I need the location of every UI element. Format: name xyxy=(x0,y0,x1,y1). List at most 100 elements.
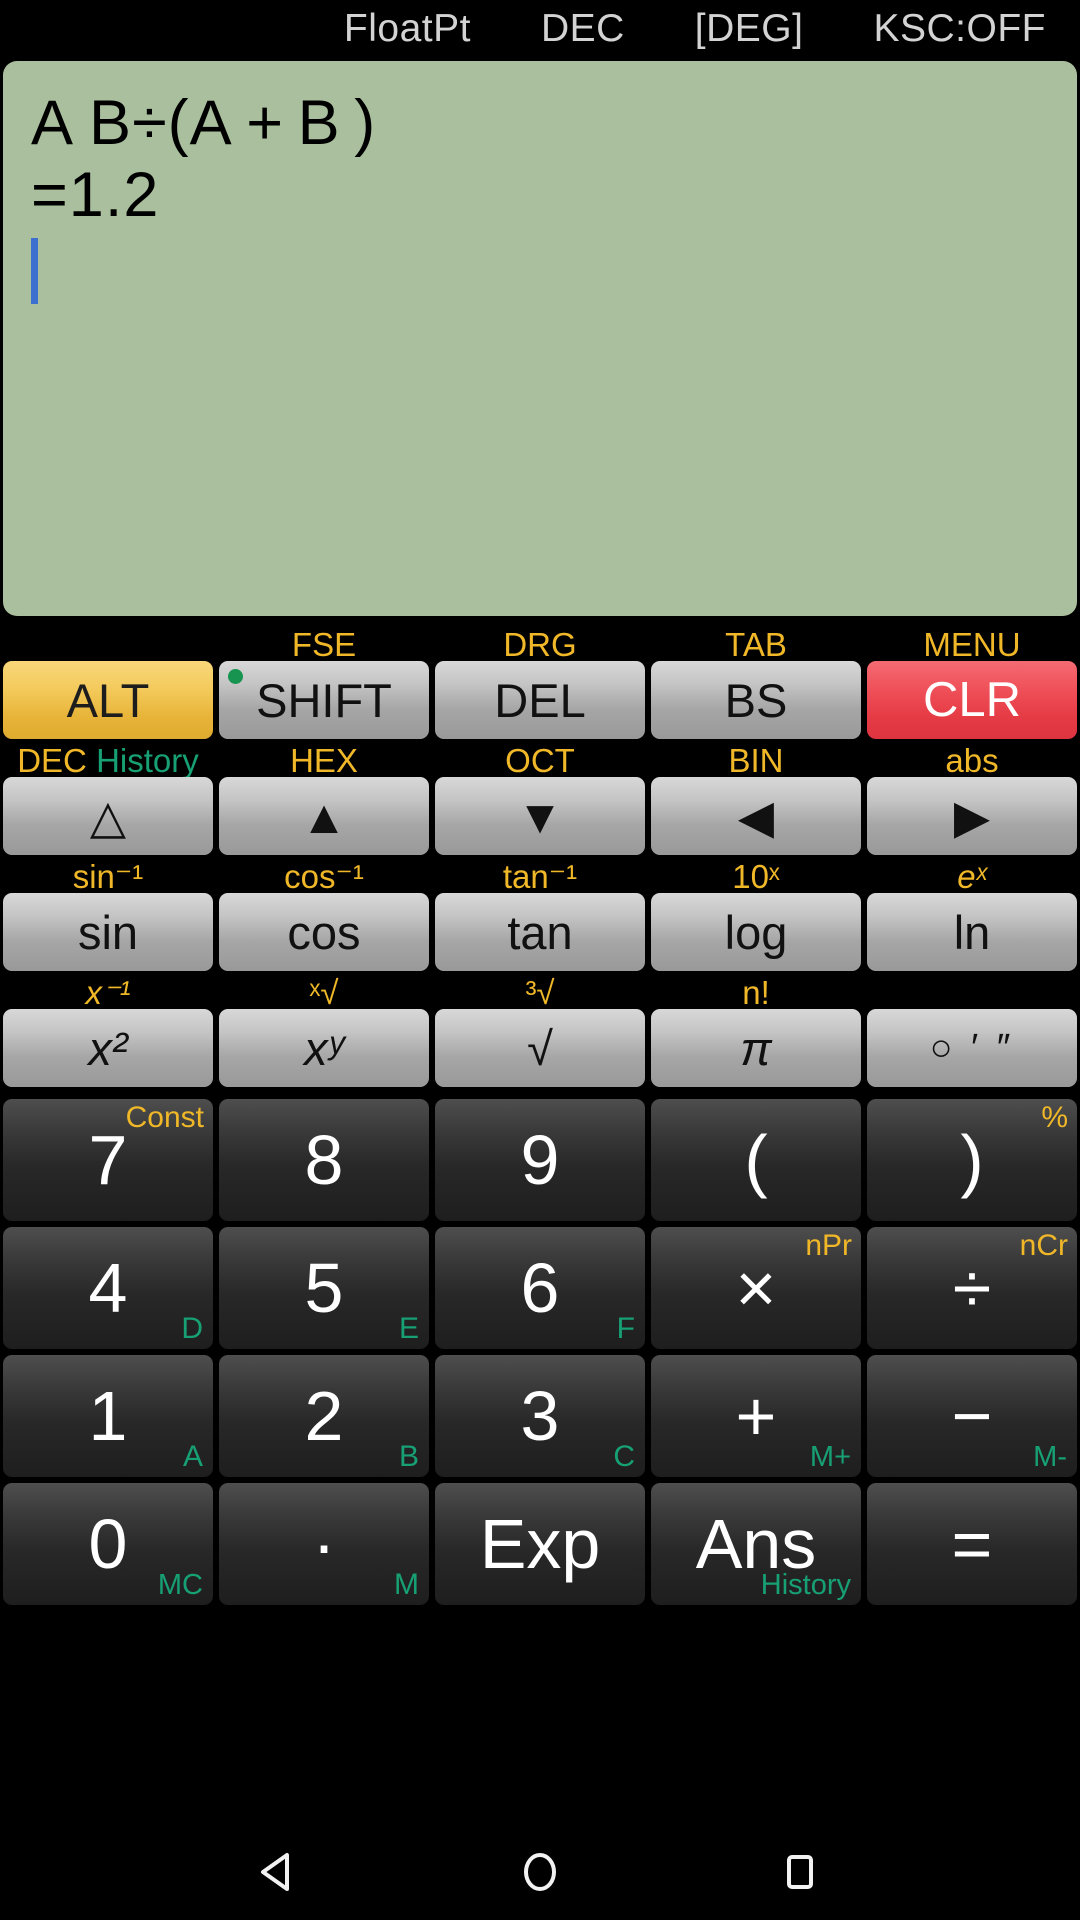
numpad-row-456: 4 D 5 E 6 F nPr × nCr ÷ xyxy=(3,1227,1077,1349)
calculator-display[interactable]: A B÷(A + B ) =1.2 xyxy=(3,61,1077,616)
four-key-hex-label: D xyxy=(181,1312,203,1345)
sin-key[interactable]: sin xyxy=(3,893,213,971)
numpad-row-bottom: 0 MC · M Exp Ans History = xyxy=(3,1483,1077,1605)
cos-key-label: cos xyxy=(287,905,361,959)
backspace-key[interactable]: BS xyxy=(651,661,861,739)
backspace-key-label: BS xyxy=(724,673,788,727)
square-key[interactable]: x² xyxy=(3,1009,213,1087)
minus-key[interactable]: − M- xyxy=(867,1355,1077,1477)
bin-toplabel: BIN xyxy=(728,742,784,779)
ncr-alt-label: nCr xyxy=(1019,1229,1068,1262)
minus-key-label: − xyxy=(951,1377,993,1455)
seven-key-label: 7 xyxy=(88,1121,128,1199)
memory-subtract-label: M- xyxy=(1033,1441,1067,1473)
four-key-label: 4 xyxy=(88,1249,128,1327)
abs-toplabel: abs xyxy=(945,742,999,779)
three-key[interactable]: 3 C xyxy=(435,1355,645,1477)
display-expression: A B÷(A + B ) xyxy=(31,88,377,158)
open-paren-key-label: ( xyxy=(744,1121,768,1199)
log-key[interactable]: log xyxy=(651,893,861,971)
memory-clear-label: MC xyxy=(157,1569,203,1601)
down-arrow-key[interactable]: ▼ xyxy=(435,777,645,855)
back-icon xyxy=(261,1853,289,1891)
six-key[interactable]: 6 F xyxy=(435,1227,645,1349)
plus-key[interactable]: + M+ xyxy=(651,1355,861,1477)
left-arrow-key[interactable]: ◀ xyxy=(651,777,861,855)
delete-key-label: DEL xyxy=(494,673,586,727)
degrees-minutes-seconds-key[interactable]: ○ ′ ″ xyxy=(867,1009,1077,1087)
zero-key[interactable]: 0 MC xyxy=(3,1483,213,1605)
close-paren-key-label: ) xyxy=(960,1121,984,1199)
one-key[interactable]: 1 A xyxy=(3,1355,213,1477)
arcsin-toplabel: sin⁻¹ xyxy=(72,858,144,895)
triangle-up-icon: ▲ xyxy=(300,789,348,843)
eight-key[interactable]: 8 xyxy=(219,1099,429,1221)
log-key-label: log xyxy=(724,905,788,959)
triangle-up-outline-icon: △ xyxy=(89,789,127,843)
shift-active-indicator-icon xyxy=(228,669,243,684)
recents-button[interactable] xyxy=(765,1837,835,1907)
up-outline-arrow-key[interactable]: △ xyxy=(3,777,213,855)
square-root-key[interactable]: √ xyxy=(435,1009,645,1087)
right-arrow-key[interactable]: ▶ xyxy=(867,777,1077,855)
exponent-key[interactable]: Exp xyxy=(435,1483,645,1605)
six-key-label: 6 xyxy=(520,1249,560,1327)
history-toplabel-text: History xyxy=(96,742,199,779)
equals-key-label: = xyxy=(951,1505,993,1583)
pi-key[interactable]: π xyxy=(651,1009,861,1087)
home-button[interactable] xyxy=(505,1837,575,1907)
clear-key-label: CLR xyxy=(922,672,1022,727)
cos-key[interactable]: cos xyxy=(219,893,429,971)
hex-toplabel: HEX xyxy=(290,742,358,779)
two-key[interactable]: 2 B xyxy=(219,1355,429,1477)
answer-history-label: History xyxy=(760,1569,851,1601)
decimal-point-key[interactable]: · M xyxy=(219,1483,429,1605)
modifier-row: ALT FSE SHIFT DRG DEL TAB BS MENU CLR xyxy=(3,628,1077,739)
multiply-key[interactable]: nPr × xyxy=(651,1227,861,1349)
dms-toplabel xyxy=(867,976,1077,1009)
delete-key[interactable]: DEL xyxy=(435,661,645,739)
trig-row: sin⁻¹ sin cos⁻¹ cos tan⁻¹ tan 10ˣ log eˣ… xyxy=(3,860,1077,971)
dec-history-toplabel: DEC History xyxy=(3,744,213,777)
android-navigation-bar xyxy=(0,1824,1080,1920)
drg-toplabel: DRG xyxy=(503,626,577,663)
divide-key[interactable]: nCr ÷ xyxy=(867,1227,1077,1349)
reciprocal-toplabel: x⁻¹ xyxy=(85,974,131,1011)
nine-key-label: 9 xyxy=(520,1121,560,1199)
cube-root-toplabel: ³√ xyxy=(525,974,555,1011)
exponent-key-label: Exp xyxy=(479,1505,601,1583)
plus-key-label: + xyxy=(735,1377,777,1455)
close-paren-key[interactable]: % ) xyxy=(867,1099,1077,1221)
equals-key[interactable]: = xyxy=(867,1483,1077,1605)
triangle-down-icon: ▼ xyxy=(516,789,564,843)
six-key-hex-label: F xyxy=(616,1312,635,1345)
nine-key[interactable]: 9 xyxy=(435,1099,645,1221)
answer-key[interactable]: Ans History xyxy=(651,1483,861,1605)
open-paren-key[interactable]: ( xyxy=(651,1099,861,1221)
oct-toplabel: OCT xyxy=(505,742,575,779)
back-button[interactable] xyxy=(245,1837,315,1907)
alt-key[interactable]: ALT xyxy=(3,661,213,739)
tan-key[interactable]: tan xyxy=(435,893,645,971)
three-key-label: 3 xyxy=(520,1377,560,1455)
up-arrow-key[interactable]: ▲ xyxy=(219,777,429,855)
memory-label: M xyxy=(394,1568,419,1601)
shift-key[interactable]: SHIFT xyxy=(219,661,429,739)
keypad: ALT FSE SHIFT DRG DEL TAB BS MENU CLR DE… xyxy=(0,616,1080,1605)
clear-key[interactable]: CLR xyxy=(867,661,1077,739)
numpad-row-789: Const 7 8 9 ( % ) xyxy=(3,1099,1077,1221)
tan-key-label: tan xyxy=(507,905,573,959)
seven-key[interactable]: Const 7 xyxy=(3,1099,213,1221)
zero-key-label: 0 xyxy=(88,1505,128,1583)
one-key-hex-label: A xyxy=(182,1440,203,1473)
multiply-key-label: × xyxy=(735,1249,777,1327)
power-row: x⁻¹ x² ˣ√ xʸ ³√ √ n! π ○ ′ ″ xyxy=(3,976,1077,1087)
four-key[interactable]: 4 D xyxy=(3,1227,213,1349)
arccos-toplabel: cos⁻¹ xyxy=(284,858,364,895)
power-key[interactable]: xʸ xyxy=(219,1009,429,1087)
five-key[interactable]: 5 E xyxy=(219,1227,429,1349)
three-key-hex-label: C xyxy=(613,1440,635,1473)
eight-key-label: 8 xyxy=(304,1121,344,1199)
ln-key[interactable]: ln xyxy=(867,893,1077,971)
text-cursor xyxy=(31,237,38,304)
